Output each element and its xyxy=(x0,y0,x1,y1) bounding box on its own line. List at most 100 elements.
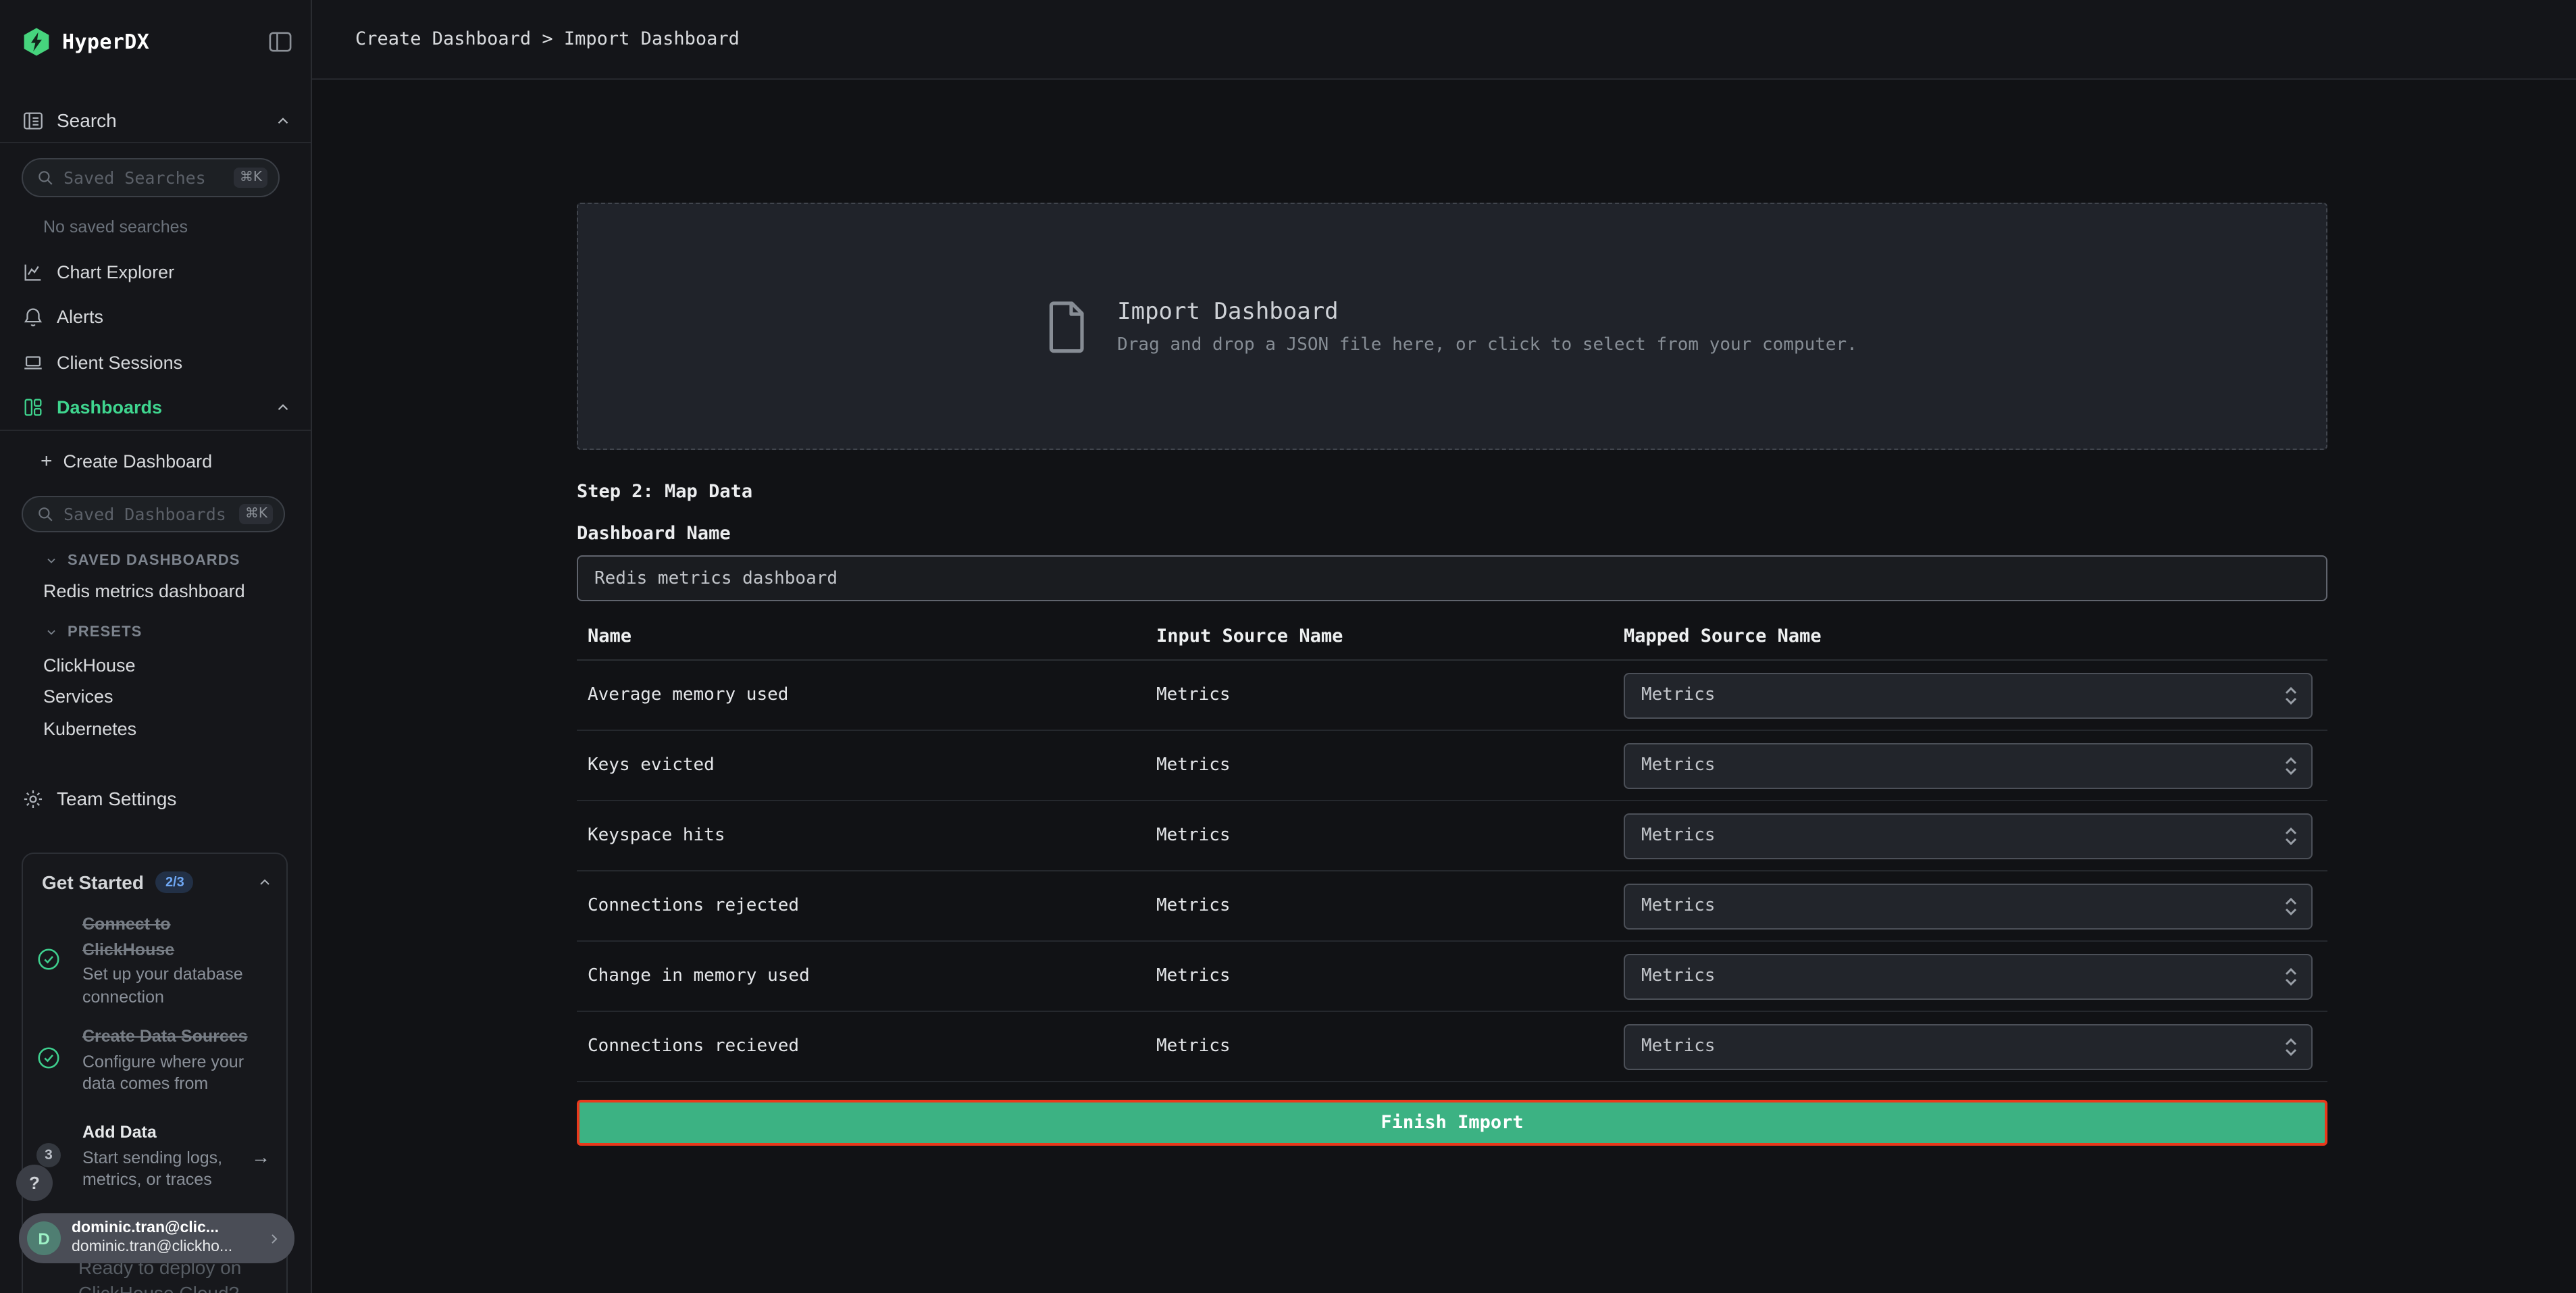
mapped-source-select[interactable]: Metrics xyxy=(1624,1023,2313,1069)
presets-group-header[interactable]: PRESETS xyxy=(45,622,142,643)
saved-dashboards-input[interactable]: Saved Dashboards ⌘K xyxy=(22,496,285,532)
saved-dashboard-item[interactable]: Redis metrics dashboard xyxy=(43,581,245,603)
column-header-input-source: Input Source Name xyxy=(1156,615,1343,659)
chevron-up-icon[interactable] xyxy=(257,874,273,890)
dropzone-title: Import Dashboard xyxy=(1117,298,1857,325)
search-section-header[interactable]: Search xyxy=(22,97,292,143)
step-title: Add Data xyxy=(82,1120,253,1145)
row-input-source: Metrics xyxy=(1156,1012,1231,1081)
select-updown-icon xyxy=(2284,825,2298,846)
row-name: Keyspace hits xyxy=(588,801,725,870)
selected-option: Metrics xyxy=(1641,755,1716,776)
create-dashboard-button[interactable]: + Create Dashboard xyxy=(41,440,212,481)
dashboard-name-value: Redis metrics dashboard xyxy=(594,568,838,588)
sidebar-item-label: Client Sessions xyxy=(57,352,182,372)
sidebar-item-alerts[interactable]: Alerts xyxy=(0,297,311,337)
app-title: HyperDX xyxy=(62,30,149,54)
help-button[interactable]: ? xyxy=(16,1165,53,1201)
step-heading: Step 2: Map Data xyxy=(577,481,2327,503)
sidebar-item-dashboards[interactable]: Dashboards xyxy=(0,386,311,427)
step-description: Configure where your data comes from xyxy=(82,1050,253,1095)
row-input-source: Metrics xyxy=(1156,871,1231,940)
sidebar: HyperDX Search Saved Searches ⌘K No save… xyxy=(0,0,312,1293)
search-section-icon xyxy=(22,109,45,132)
chevron-up-icon[interactable] xyxy=(274,111,292,129)
bell-icon xyxy=(22,305,45,328)
get-started-header[interactable]: Get Started 2/3 xyxy=(42,867,273,897)
gear-icon xyxy=(22,787,45,810)
selected-option: Metrics xyxy=(1641,826,1716,846)
saved-searches-placeholder: Saved Searches xyxy=(63,168,206,188)
step-title: Connect to ClickHouse xyxy=(82,912,253,962)
check-circle-icon xyxy=(36,1046,61,1070)
step-number-badge: 3 xyxy=(36,1143,61,1167)
get-started-step[interactable]: Add Data Start sending logs, metrics, or… xyxy=(82,1120,253,1191)
finish-import-button[interactable]: Finish Import xyxy=(577,1100,2327,1146)
sidebar-item-chart-explorer[interactable]: Chart Explorer xyxy=(0,251,311,292)
sidebar-divider xyxy=(0,142,311,143)
laptop-icon xyxy=(22,351,45,374)
dashboard-name-input[interactable]: Redis metrics dashboard xyxy=(577,555,2327,601)
sidebar-item-client-sessions[interactable]: Client Sessions xyxy=(0,342,311,382)
search-icon xyxy=(36,169,54,186)
search-icon xyxy=(36,505,54,523)
row-input-source: Metrics xyxy=(1156,942,1231,1011)
row-input-source: Metrics xyxy=(1156,661,1231,730)
row-name: Connections rejected xyxy=(588,871,799,940)
mapped-source-select[interactable]: Metrics xyxy=(1624,742,2313,788)
arrow-right-icon[interactable]: → xyxy=(251,1146,270,1167)
row-name: Change in memory used xyxy=(588,942,810,1011)
get-started-step[interactable]: Create Data Sources Configure where your… xyxy=(82,1024,253,1095)
saved-dashboards-placeholder: Saved Dashboards xyxy=(63,504,226,524)
step-description: Set up your database connection xyxy=(82,963,253,1008)
search-section-label: Search xyxy=(57,109,117,131)
get-started-title: Get Started xyxy=(42,871,144,893)
dashboards-icon xyxy=(22,395,45,418)
select-updown-icon xyxy=(2284,895,2298,917)
topbar: Create Dashboard > Import Dashboard xyxy=(312,0,2576,80)
create-dashboard-label: Create Dashboard xyxy=(63,451,213,471)
get-started-step[interactable]: Connect to ClickHouse Set up your databa… xyxy=(82,912,253,1008)
question-mark-icon: ? xyxy=(29,1173,40,1193)
row-name: Connections recieved xyxy=(588,1012,799,1081)
json-file-dropzone[interactable]: Import Dashboard Drag and drop a JSON fi… xyxy=(577,203,2327,450)
selected-option: Metrics xyxy=(1641,685,1716,705)
hyperdx-logo-icon xyxy=(22,27,51,57)
chevron-down-icon xyxy=(45,626,58,639)
user-display-name: dominic.tran@clic... xyxy=(72,1220,232,1238)
mapped-source-select[interactable]: Metrics xyxy=(1624,953,2313,999)
mapped-source-select[interactable]: Metrics xyxy=(1624,883,2313,929)
user-email: dominic.tran@clickho... xyxy=(72,1238,232,1257)
finish-import-label: Finish Import xyxy=(1381,1112,1523,1134)
shortcut-badge: ⌘K xyxy=(240,504,273,524)
chevron-right-icon xyxy=(266,1230,282,1246)
team-settings-label: Team Settings xyxy=(57,788,176,809)
mapped-source-select[interactable]: Metrics xyxy=(1624,672,2313,718)
sidebar-item-label: Alerts xyxy=(57,307,103,327)
preset-item-clickhouse[interactable]: ClickHouse xyxy=(43,655,136,677)
column-header-name: Name xyxy=(588,615,632,659)
dropzone-text: Import Dashboard Drag and drop a JSON fi… xyxy=(1117,298,1857,355)
dropzone-inner: Import Dashboard Drag and drop a JSON fi… xyxy=(1047,298,1857,355)
collapse-sidebar-button[interactable] xyxy=(269,31,292,53)
sidebar-item-team-settings[interactable]: Team Settings xyxy=(22,778,176,819)
select-updown-icon xyxy=(2284,755,2298,776)
main-content: Import Dashboard Drag and drop a JSON fi… xyxy=(312,80,2576,1293)
chevron-up-icon[interactable] xyxy=(274,398,292,415)
shortcut-badge: ⌘K xyxy=(234,168,267,188)
saved-searches-input[interactable]: Saved Searches ⌘K xyxy=(22,158,280,197)
preset-item-kubernetes[interactable]: Kubernetes xyxy=(43,719,136,740)
saved-dashboards-group-header[interactable]: SAVED DASHBOARDS xyxy=(45,550,240,572)
column-header-mapped-source: Mapped Source Name xyxy=(1624,615,1822,659)
mapped-source-select[interactable]: Metrics xyxy=(1624,813,2313,859)
preset-item-services[interactable]: Services xyxy=(43,686,113,708)
group-label: PRESETS xyxy=(68,624,142,640)
select-updown-icon xyxy=(2284,684,2298,706)
user-account-button[interactable]: D dominic.tran@clic... dominic.tran@clic… xyxy=(19,1213,294,1263)
dashboard-name-label: Dashboard Name xyxy=(577,523,2327,544)
user-texts: dominic.tran@clic... dominic.tran@clickh… xyxy=(72,1220,232,1257)
logo-row: HyperDX xyxy=(22,19,292,65)
progress-badge: 2/3 xyxy=(156,871,194,893)
selected-option: Metrics xyxy=(1641,966,1716,986)
row-name: Average memory used xyxy=(588,661,788,730)
